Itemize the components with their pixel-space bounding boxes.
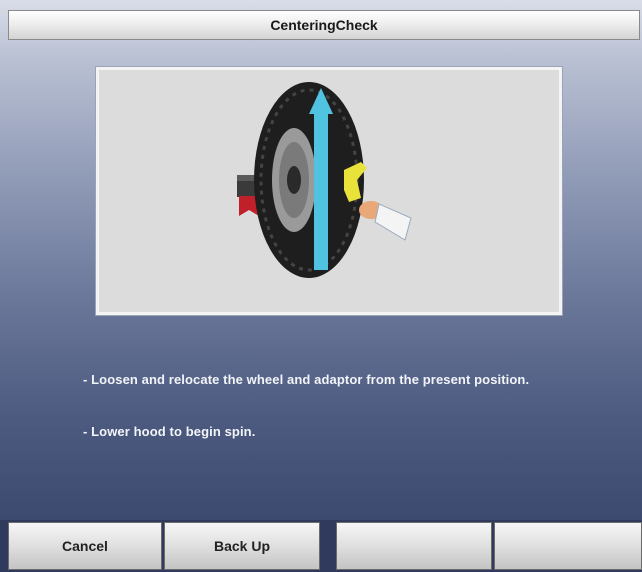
window-title: CenteringCheck (270, 17, 378, 33)
centering-check-screen: CenteringCheck - Loosen and relocate the… (0, 0, 642, 572)
back-up-button[interactable]: Back Up (164, 522, 320, 570)
function-key-4-button[interactable] (494, 522, 642, 570)
title-bar: CenteringCheck (8, 10, 640, 40)
cancel-button[interactable]: Cancel (8, 522, 162, 570)
function-key-bar: Cancel Back Up (0, 520, 642, 572)
instruction-text: - Loosen and relocate the wheel and adap… (83, 372, 530, 387)
illustration-frame (96, 67, 562, 315)
wheel-balancer-centering-icon (237, 82, 412, 278)
instruction-text: - Lower hood to begin spin. (83, 424, 256, 439)
function-key-3-button[interactable] (336, 522, 492, 570)
